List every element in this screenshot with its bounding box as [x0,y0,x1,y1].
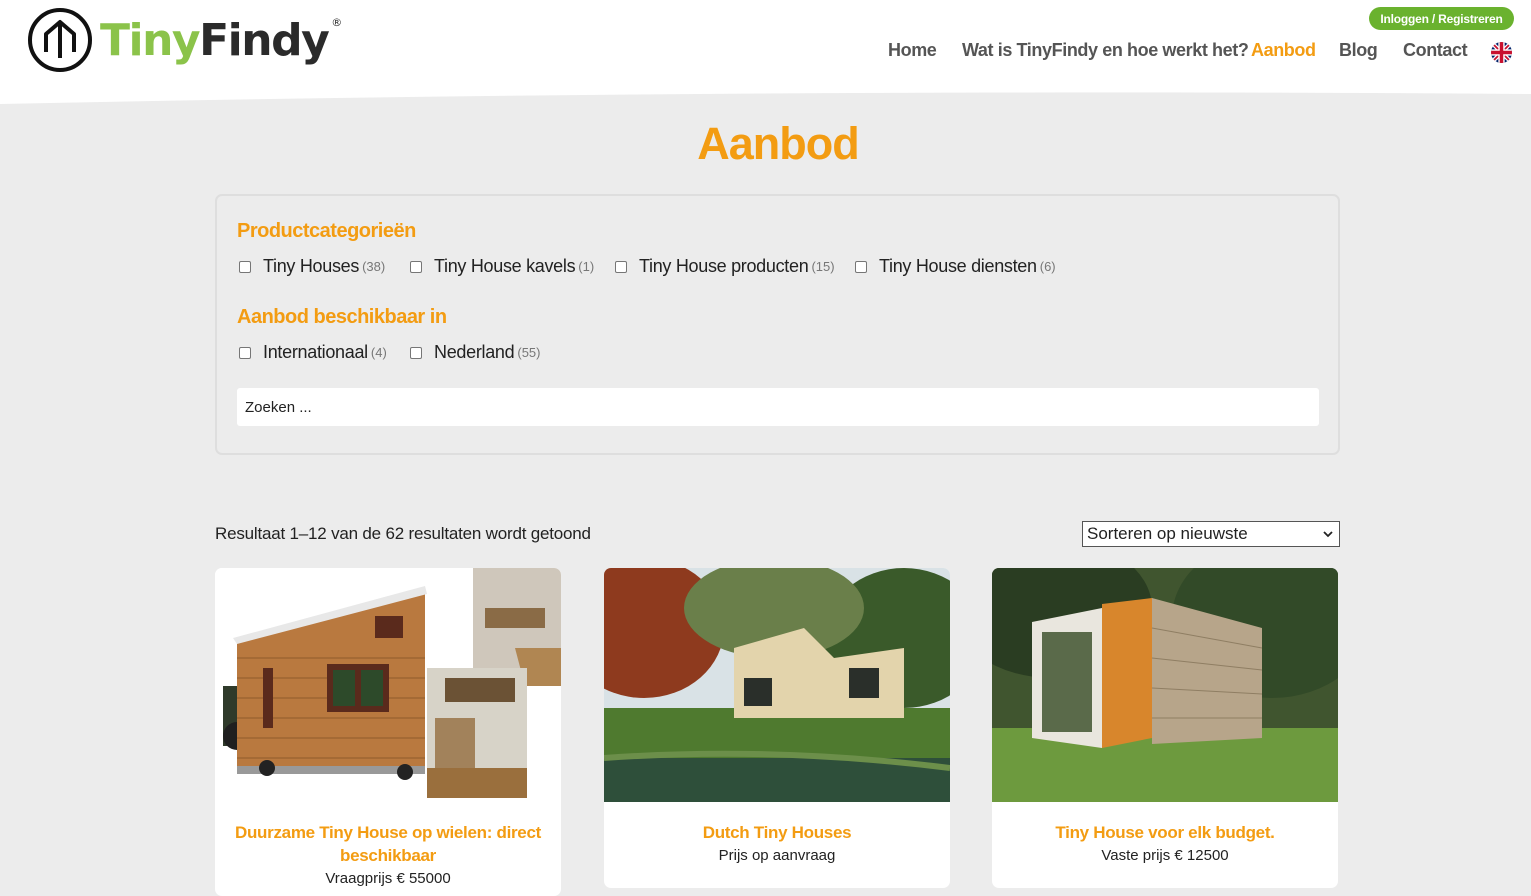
filter-nederland[interactable]: Nederland (55) [410,342,540,363]
availability-heading: Aanbod beschikbaar in [237,306,447,328]
checkbox[interactable] [615,260,627,273]
filter-label: Nederland [434,342,515,362]
filter-tiny-house-producten[interactable]: Tiny House producten (15) [615,256,835,277]
logo-wordmark: TinyFindy [100,14,330,66]
filter-count: (38) [362,259,386,274]
filter-internationaal[interactable]: Internationaal (4) [239,342,387,363]
nav-contact[interactable]: Contact [1403,40,1468,61]
product-price: Vraagprijs € 55000 [325,870,451,887]
filter-label: Tiny House diensten [879,256,1037,276]
product-card[interactable]: Tiny House voor elk budget. Vaste prijs … [992,568,1338,888]
nav-blog[interactable]: Blog [1339,40,1378,61]
login-register-button[interactable]: Inloggen / Registreren [1369,7,1514,30]
registered-mark: ® [331,15,343,29]
product-image[interactable] [215,568,561,802]
product-image[interactable] [992,568,1338,802]
filter-label: Tiny House kavels [434,256,576,276]
filter-count: (15) [811,259,835,274]
uk-flag-icon[interactable] [1491,42,1512,63]
product-card[interactable]: Duurzame Tiny House op wielen: direct be… [215,568,561,896]
search-input[interactable] [237,388,1319,426]
checkbox[interactable] [239,260,251,273]
chevron-down-icon [1323,531,1333,538]
product-card[interactable]: Dutch Tiny Houses Prijs op aanvraag [604,568,950,888]
checkbox[interactable] [410,260,422,273]
product-image[interactable] [604,568,950,802]
filter-count: (6) [1039,259,1056,274]
filter-count: (55) [517,345,541,360]
page-title: Aanbod [697,118,859,169]
product-title[interactable]: Tiny House voor elk budget. [1002,821,1328,844]
nav-home[interactable]: Home [888,40,937,61]
checkbox[interactable] [239,346,251,359]
filter-count: (1) [578,259,595,274]
nav-aanbod[interactable]: Aanbod [1251,40,1316,61]
filter-tiny-house-diensten[interactable]: Tiny House diensten (6) [855,256,1056,277]
filter-tiny-house-kavels[interactable]: Tiny House kavels (1) [410,256,594,277]
checkbox[interactable] [855,260,867,273]
site-header: TinyFindy ® Inloggen / Registreren Home … [0,0,1531,104]
checkbox[interactable] [410,346,422,359]
sort-selected-value: Sorteren op nieuwste [1087,524,1248,543]
house-logo-icon [28,8,92,72]
product-price: Prijs op aanvraag [718,847,836,864]
nav-about[interactable]: Wat is TinyFindy en hoe werkt het? [962,40,1249,61]
filter-label: Tiny House producten [639,256,809,276]
site-logo[interactable]: TinyFindy ® [26,6,342,74]
filter-tiny-houses[interactable]: Tiny Houses (38) [239,256,385,277]
logo-findy: Findy [199,14,330,66]
categories-heading: Productcategorieën [237,220,416,242]
product-title[interactable]: Duurzame Tiny House op wielen: direct be… [225,821,551,867]
filter-label: Internationaal [263,342,368,362]
filter-count: (4) [370,345,387,360]
product-title[interactable]: Dutch Tiny Houses [614,821,940,844]
filter-label: Tiny Houses [263,256,360,276]
logo-tiny: Tiny [100,14,201,66]
filter-panel: Productcategorieën Tiny Houses (38) Tiny… [215,194,1340,455]
result-count: Resultaat 1–12 van de 62 resultaten word… [215,524,591,543]
product-price: Vaste prijs € 12500 [1101,847,1229,864]
sort-select[interactable]: Sorteren op nieuwste [1082,521,1340,547]
